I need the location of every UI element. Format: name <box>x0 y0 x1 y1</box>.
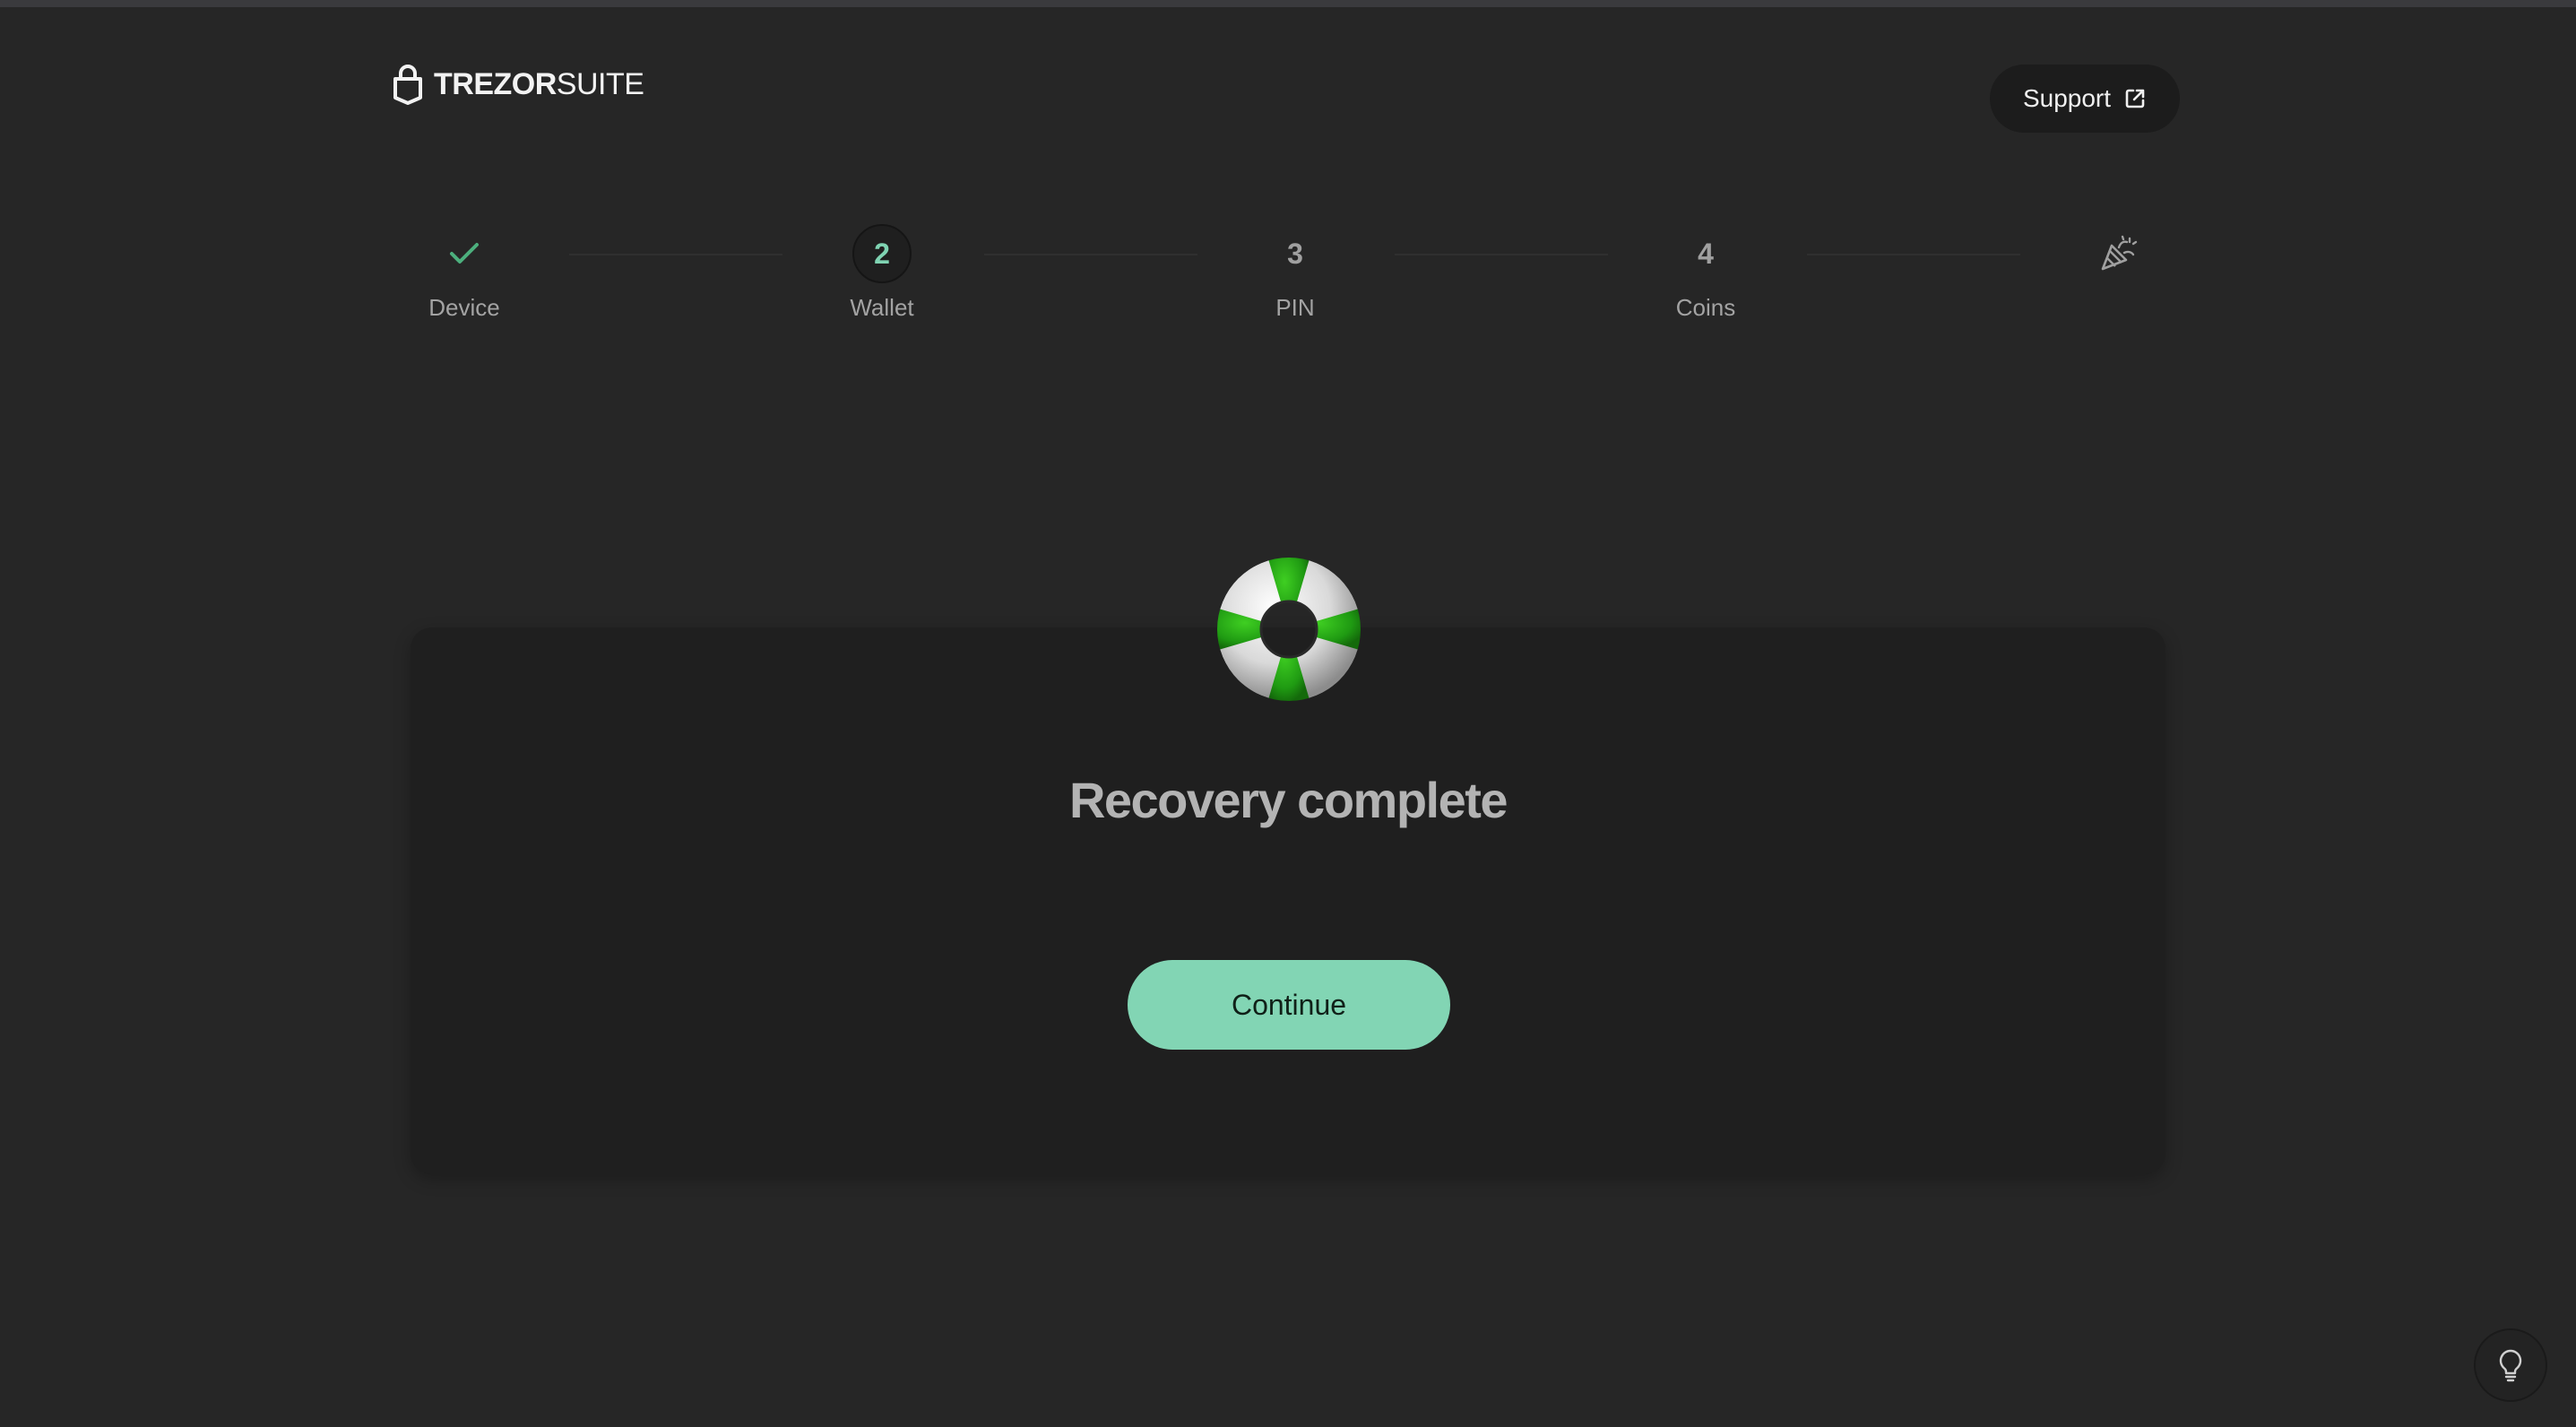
trezor-lock-icon <box>393 65 422 105</box>
trezor-suite-logo: TREZORSUITE <box>393 63 644 106</box>
lifebuoy-icon <box>1215 556 1362 703</box>
step-coins-marker: 4 <box>1698 237 1714 270</box>
step-wallet-label: Wallet <box>850 294 914 321</box>
tips-button[interactable] <box>2474 1328 2547 1402</box>
checkmark-icon <box>450 243 479 264</box>
logo-text-bold: TREZOR <box>434 67 557 101</box>
party-popper-icon <box>2101 235 2138 271</box>
step-final <box>2028 224 2208 283</box>
step-connector <box>1807 254 2020 255</box>
step-wallet: 2 Wallet <box>792 224 972 322</box>
continue-button-label: Continue <box>1231 988 1347 1021</box>
support-button-label: Support <box>2022 84 2112 112</box>
step-connector <box>569 254 782 255</box>
step-connector <box>1395 254 1608 255</box>
continue-button[interactable]: Continue <box>1128 960 1450 1050</box>
recovery-card <box>411 627 2165 1174</box>
step-final-marker <box>2088 224 2148 283</box>
step-wallet-marker: 2 <box>852 224 912 283</box>
step-coins: 4 Coins <box>1616 224 1795 322</box>
logo-wordmark: TREZORSUITE <box>434 69 644 99</box>
external-link-icon <box>2125 89 2145 108</box>
recovery-complete-title: Recovery complete <box>1068 772 1508 828</box>
support-button[interactable]: Support <box>1990 65 2180 133</box>
step-pin-label: PIN <box>1275 294 1315 321</box>
step-device-label: Device <box>428 294 500 321</box>
logo-text-light: SUITE <box>556 67 644 101</box>
onboarding-page: TREZORSUITE Support Device 2 Wallet 3 PI… <box>0 0 2576 1427</box>
lightbulb-icon <box>2499 1349 2522 1382</box>
step-device: Device <box>375 224 554 322</box>
step-pin-marker: 3 <box>1287 237 1303 270</box>
step-device-marker <box>435 224 494 283</box>
step-coins-label: Coins <box>1675 294 1736 321</box>
step-pin: 3 PIN <box>1206 224 1385 322</box>
window-top-border <box>0 0 2576 7</box>
step-connector <box>984 254 1197 255</box>
